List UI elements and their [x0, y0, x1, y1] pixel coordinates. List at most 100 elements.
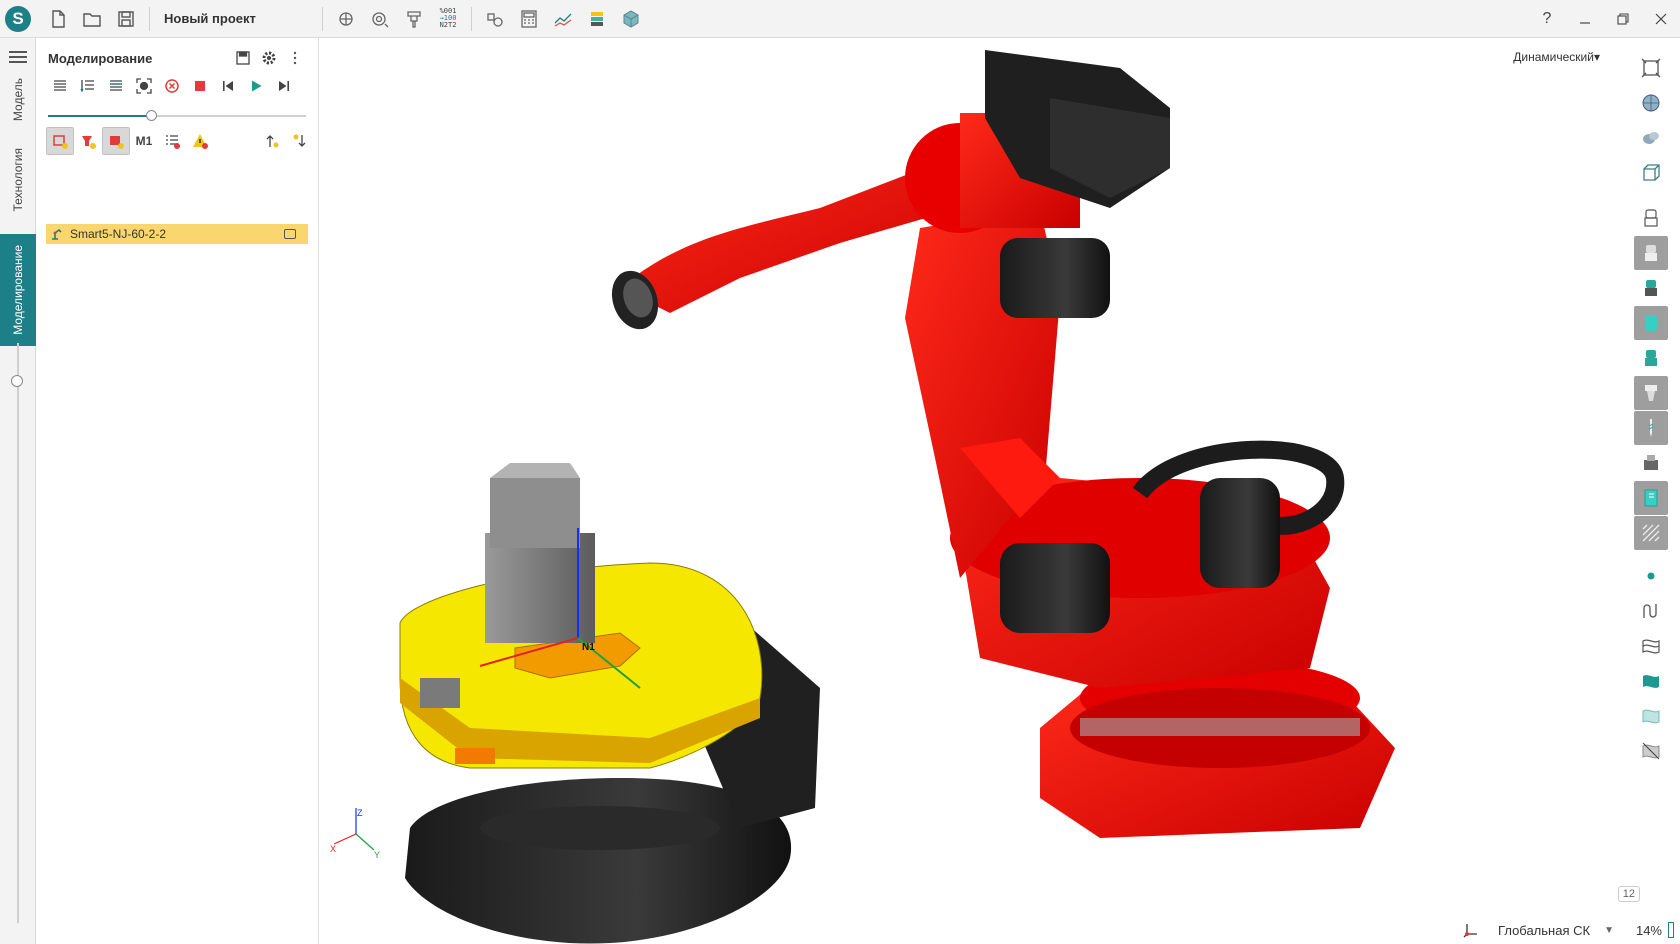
hamburger-menu-icon[interactable]: [9, 48, 27, 66]
tool-check-icon[interactable]: [74, 127, 102, 155]
project-title: Новый проект: [164, 11, 256, 26]
close-icon[interactable]: [1642, 0, 1680, 38]
progress-slider[interactable]: [48, 110, 306, 121]
fixture-check-icon[interactable]: [102, 127, 130, 155]
app-window: S Новый проект %001 →100 N2T2 ? Модель Т…: [0, 0, 1680, 944]
vertical-tab-strip: Модель Технология Моделирование: [0, 38, 36, 944]
axis-x-label: X: [330, 844, 336, 854]
skip-forward-icon[interactable]: [270, 72, 298, 100]
minimize-icon[interactable]: [1566, 0, 1604, 38]
robot-icon: [52, 228, 62, 240]
log-list-icon[interactable]: [158, 127, 186, 155]
save-icon[interactable]: [109, 4, 143, 34]
workpiece-icon[interactable]: [1634, 306, 1668, 340]
coord-system-select[interactable]: Глобальная СК: [1498, 923, 1590, 938]
box-icon[interactable]: [1634, 156, 1668, 190]
tree-item-label: Smart5-NJ-60-2-2: [70, 227, 167, 241]
tool-teal-icon[interactable]: [1634, 271, 1668, 305]
holder-icon[interactable]: [397, 4, 431, 34]
progress-slider-fill: [48, 115, 152, 117]
axis-triad: Z X Y: [330, 808, 380, 860]
surface-outline-icon[interactable]: [1634, 629, 1668, 663]
collision-check-icon[interactable]: [46, 127, 74, 155]
new-file-icon[interactable]: [41, 4, 75, 34]
tab-simulation[interactable]: Моделирование: [0, 234, 36, 346]
status-bar: Глобальная СК ▼ 14%: [320, 916, 1680, 944]
move-up-icon[interactable]: [258, 127, 286, 155]
warning-icon[interactable]: [186, 127, 214, 155]
save-icon[interactable]: [230, 47, 256, 69]
stop-icon[interactable]: [186, 72, 214, 100]
toolbar-separator: [471, 6, 472, 31]
toolbar-separator: [322, 6, 323, 31]
tab-model-label: Модель: [11, 78, 25, 122]
zoom-level: 14%: [1635, 922, 1662, 938]
machine-icon[interactable]: [478, 4, 512, 34]
spindle-icon[interactable]: [1634, 376, 1668, 410]
chevron-down-icon[interactable]: ▼: [1604, 925, 1614, 936]
zoom-indicator: [1668, 922, 1674, 938]
tool-outline-icon[interactable]: [1634, 201, 1668, 235]
list-steps-icon[interactable]: [74, 72, 102, 100]
m1-check-button[interactable]: M1: [130, 127, 158, 155]
move-down-icon[interactable]: [286, 127, 314, 155]
tab-simulation-label: Моделирование: [11, 245, 25, 335]
3d-viewport[interactable]: N1 Z X Y Динамический▾ 12 Глобальная СК …: [320, 38, 1680, 944]
hatch-icon[interactable]: [1634, 516, 1668, 550]
more-vertical-icon[interactable]: [282, 47, 308, 69]
restore-icon[interactable]: [1604, 0, 1642, 38]
curve-icon[interactable]: [1634, 594, 1668, 628]
list-view-icon[interactable]: [46, 72, 74, 100]
m1-label: M1: [135, 134, 153, 148]
holder-teal-icon[interactable]: [1634, 341, 1668, 375]
gear-icon[interactable]: [256, 47, 282, 69]
point-icon[interactable]: [1634, 559, 1668, 593]
positioner-model[interactable]: N1: [399, 463, 820, 944]
tab-technology[interactable]: Технология: [0, 130, 36, 230]
panel-header: Моделирование: [48, 44, 308, 72]
counter-badge: 12: [1617, 886, 1640, 902]
drill-icon[interactable]: [1634, 411, 1668, 445]
simulation-panel: Моделирование M1 Smart5-NJ-60-2-2: [36, 38, 319, 944]
app-logo[interactable]: S: [5, 5, 31, 32]
coordinate-system-icon: [1463, 924, 1478, 938]
surface-light-icon[interactable]: [1634, 699, 1668, 733]
view-tools-panel: [1634, 50, 1674, 768]
vertical-slider-knob[interactable]: [11, 375, 23, 387]
fixture-icon[interactable]: [1634, 446, 1668, 480]
skip-back-icon[interactable]: [214, 72, 242, 100]
tool-gray-icon[interactable]: [1634, 236, 1668, 270]
sphere-icon[interactable]: [1634, 86, 1668, 120]
cancel-circle-icon[interactable]: [158, 72, 186, 100]
stack-icon[interactable]: [580, 4, 614, 34]
gcode-icon[interactable]: %001 →100 N2T2: [431, 4, 465, 34]
cube-icon[interactable]: [614, 4, 648, 34]
help-button[interactable]: ?: [1528, 0, 1566, 38]
tree-item-machine[interactable]: Smart5-NJ-60-2-2: [46, 224, 308, 244]
chevron-down-icon: ▾: [1593, 50, 1600, 64]
frame-icon[interactable]: [1634, 51, 1668, 85]
probe-icon[interactable]: [329, 4, 363, 34]
open-folder-icon[interactable]: [75, 4, 109, 34]
gcode-line-3: N2T2: [439, 21, 457, 29]
check-toolbar: M1: [46, 127, 314, 155]
play-icon[interactable]: [242, 72, 270, 100]
progress-slider-knob[interactable]: [146, 110, 157, 121]
view-mode-label: Динамический: [1513, 50, 1594, 64]
stock-icon[interactable]: [1634, 481, 1668, 515]
fit-view-icon[interactable]: [130, 72, 158, 100]
tab-model[interactable]: Модель: [0, 72, 36, 128]
playback-toolbar: [46, 72, 298, 100]
visibility-toggle-icon[interactable]: [284, 229, 296, 239]
window-controls: ?: [1528, 0, 1680, 38]
list-ops-icon[interactable]: [102, 72, 130, 100]
chart-icon[interactable]: [546, 4, 580, 34]
tool-measure-icon[interactable]: [363, 4, 397, 34]
surface-hidden-icon[interactable]: [1634, 734, 1668, 768]
vertical-slider-track[interactable]: [17, 343, 19, 923]
surface-teal-icon[interactable]: [1634, 664, 1668, 698]
axis-y-label: Y: [374, 850, 380, 860]
view-mode-dropdown[interactable]: Динамический▾: [1513, 50, 1600, 64]
cylinders-icon[interactable]: [1634, 121, 1668, 155]
calculator-icon[interactable]: [512, 4, 546, 34]
